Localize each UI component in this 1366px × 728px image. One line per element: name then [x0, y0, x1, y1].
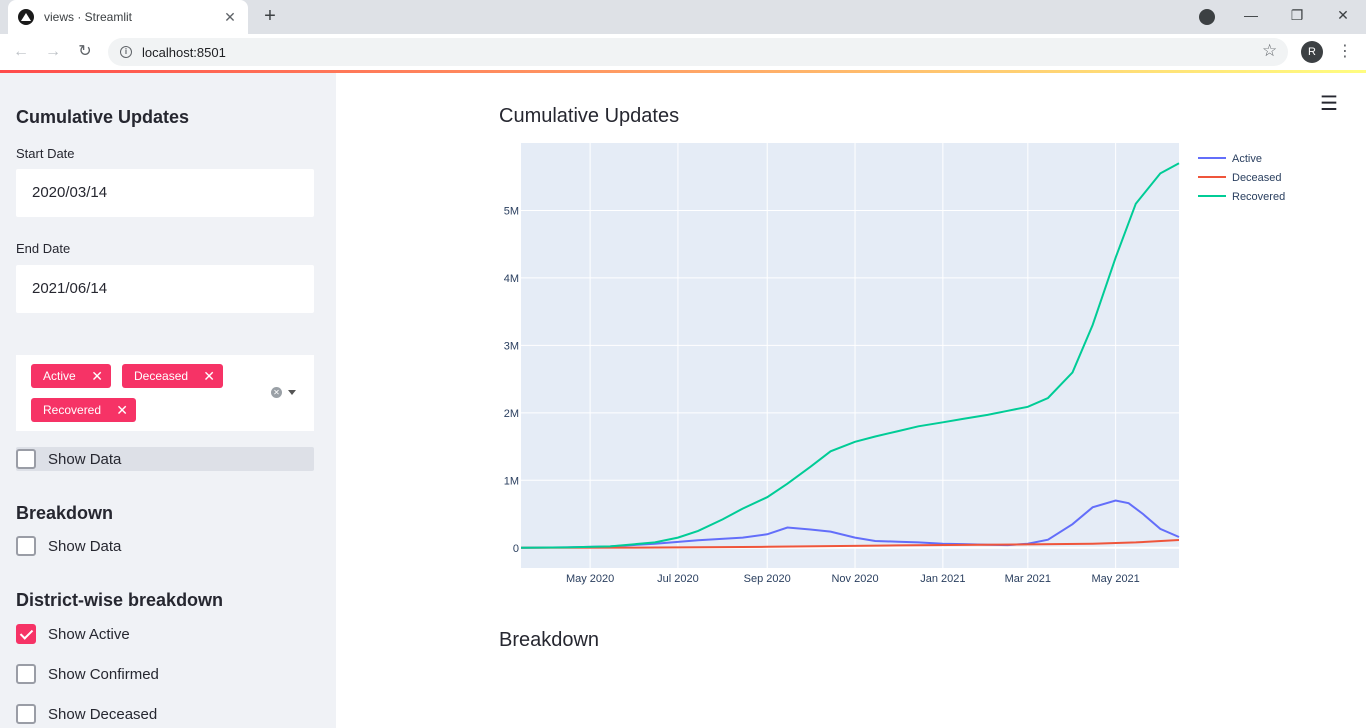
line-chart[interactable]: May 2020 Jul 2020 Sep 2020 Nov 2020 Jan 2021…: [336, 73, 1366, 593]
restore-icon[interactable]: ❐: [1285, 4, 1309, 28]
x-tick-label: Mar 2021: [1005, 573, 1051, 585]
browser-tab-bar: views · Streamlit ✕ + — ❐ ✕: [0, 0, 1366, 34]
forward-arrow-icon[interactable]: →: [42, 41, 64, 63]
y-tick-label: 4M: [504, 273, 519, 285]
checkbox-box[interactable]: [16, 536, 36, 556]
x-tick-label: Sep 2020: [744, 573, 791, 585]
sidebar-heading-district: District-wise breakdown: [16, 590, 224, 610]
browser-menu-icon[interactable]: ⋮: [1337, 41, 1353, 61]
chip-remove-icon[interactable]: ✕: [91, 364, 103, 388]
browser-tab[interactable]: views · Streamlit ✕: [8, 0, 248, 34]
show-data-1-checkbox[interactable]: Show Data: [16, 447, 314, 471]
legend-label: Active: [1232, 153, 1262, 165]
x-tick-label: May 2021: [1091, 573, 1139, 585]
chip-label: Recovered: [43, 403, 102, 417]
y-tick-label: 3M: [504, 340, 519, 352]
minimize-icon[interactable]: —: [1239, 4, 1263, 28]
show-active-checkbox[interactable]: Show Active: [16, 622, 130, 646]
start-date-input[interactable]: 2020/03/14: [16, 169, 314, 217]
y-tick-label: 2M: [504, 408, 519, 420]
chip-label: Deceased: [134, 369, 189, 383]
url-text: localhost:8501: [142, 44, 226, 60]
tab-title: views · Streamlit: [44, 10, 133, 24]
chip-remove-icon[interactable]: ✕: [203, 364, 215, 388]
sidebar: Cumulative Updates Start Date 2020/03/14…: [0, 73, 336, 728]
legend-label: Deceased: [1232, 172, 1282, 184]
x-tick-label: May 2020: [566, 573, 614, 585]
clear-all-icon[interactable]: ✕: [271, 387, 282, 398]
x-tick-label: Jan 2021: [920, 573, 965, 585]
breakdown-heading: Breakdown: [499, 629, 600, 651]
browser-toolbar: ← → ↻ i localhost:8501 ☆ R ⋮: [0, 34, 1366, 70]
show-confirmed-checkbox[interactable]: Show Confirmed: [16, 662, 159, 686]
tab-close-icon[interactable]: ✕: [222, 9, 238, 26]
series-multiselect[interactable]: Active ✕ Deceased ✕ Recovered ✕ ✕: [16, 355, 314, 431]
site-info-icon[interactable]: i: [120, 46, 132, 58]
checkbox-label: Show Active: [48, 625, 130, 643]
chip-label: Active: [43, 369, 76, 383]
x-tick-label: Jul 2020: [657, 573, 699, 585]
y-tick-label: 5M: [504, 205, 519, 217]
checkbox-label: Show Deceased: [48, 705, 158, 723]
back-arrow-icon[interactable]: ←: [10, 41, 32, 63]
show-data-2-checkbox[interactable]: Show Data: [16, 534, 121, 558]
address-bar[interactable]: i localhost:8501: [108, 38, 1288, 66]
checkbox-label: Show Data: [48, 537, 122, 555]
chevron-down-icon[interactable]: [288, 390, 296, 395]
legend-label: Recovered: [1232, 191, 1285, 203]
end-date-label: End Date: [16, 241, 71, 256]
reload-icon[interactable]: ↻: [74, 41, 96, 63]
chip-recovered[interactable]: Recovered ✕: [31, 398, 136, 422]
streamlit-favicon-icon: [18, 9, 34, 25]
sidebar-heading-breakdown: Breakdown: [16, 503, 114, 523]
window-close-icon[interactable]: ✕: [1331, 4, 1355, 28]
chip-deceased[interactable]: Deceased ✕: [122, 364, 223, 388]
show-deceased-checkbox[interactable]: Show Deceased: [16, 702, 157, 726]
main-content: ☰ Cumulative Updates May 2020 Jul 2020 Sep…: [336, 73, 1366, 728]
bookmark-star-icon[interactable]: ☆: [1262, 41, 1277, 61]
end-date-input[interactable]: 2021/06/14: [16, 265, 314, 313]
checkbox-box[interactable]: [16, 664, 36, 684]
checkbox-label: Show Data: [48, 450, 122, 468]
new-tab-icon[interactable]: +: [258, 5, 282, 29]
chip-remove-icon[interactable]: ✕: [116, 398, 128, 422]
checkbox-box-checked[interactable]: [16, 624, 36, 644]
y-tick-label: 1M: [504, 475, 519, 487]
checkbox-label: Show Confirmed: [48, 665, 159, 683]
checkbox-box[interactable]: [16, 449, 36, 469]
start-date-label: Start Date: [16, 146, 75, 161]
chip-active[interactable]: Active ✕: [31, 364, 111, 388]
tab-search-icon[interactable]: [1199, 9, 1215, 25]
sidebar-heading-cumulative: Cumulative Updates: [16, 107, 190, 127]
x-tick-label: Nov 2020: [831, 573, 878, 585]
y-tick-label: 0: [513, 543, 519, 555]
checkbox-box[interactable]: [16, 704, 36, 724]
profile-avatar[interactable]: R: [1301, 41, 1323, 63]
